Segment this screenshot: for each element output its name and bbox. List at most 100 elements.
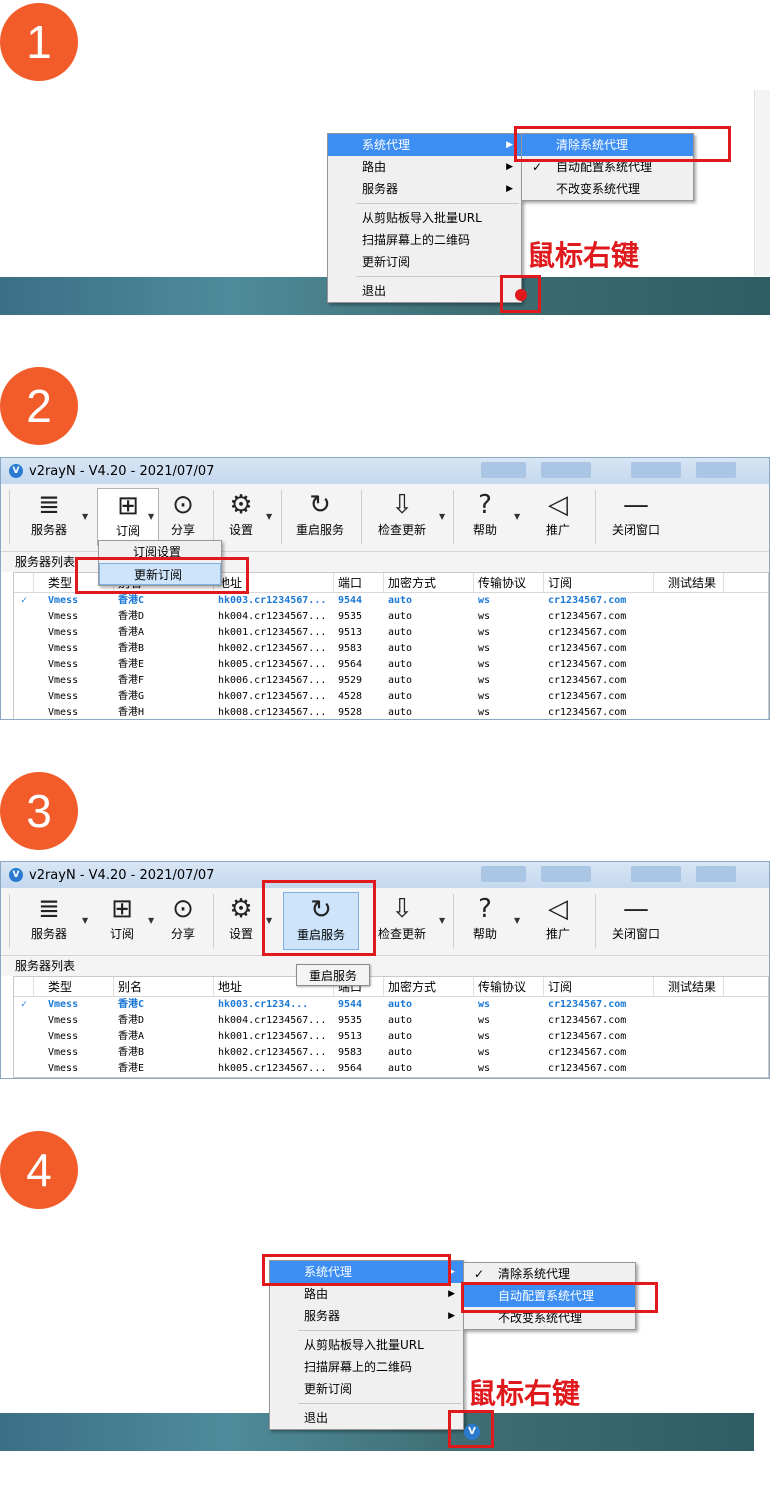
table-cell: cr1234567.com [548, 1063, 627, 1074]
close-window-button[interactable]: — 关闭窗口 [607, 488, 665, 546]
help-button[interactable]: ? 帮助 [463, 488, 507, 546]
promotion-button[interactable]: ◁ 推广 [536, 892, 580, 950]
database-icon: ≣ [38, 894, 60, 924]
chevron-down-icon[interactable]: ▼ [82, 512, 88, 521]
step-4-badge: 4 [0, 1131, 78, 1209]
column-header[interactable]: 订阅 [544, 977, 654, 996]
step-2-badge: 2 [0, 367, 78, 445]
table-row[interactable]: ✓ Vmess 香港C hk003.cr1234... 9544 auto ws cr1234… [14, 997, 768, 1013]
promotion-button[interactable]: ◁ 推广 [536, 488, 580, 546]
menu-item-routing[interactable]: 路由 ▶ [328, 156, 521, 178]
table-row[interactable]: Vmess 香港E hk005.cr1234567... 9564 auto ws cr12… [14, 657, 768, 673]
chevron-down-icon[interactable]: ▼ [82, 916, 88, 925]
share-button[interactable]: ⊙ 分享 [161, 488, 205, 546]
servers-button[interactable]: ≣ 服务器 [19, 892, 79, 950]
toolbar-separator [281, 490, 282, 544]
table-row[interactable]: Vmess 香港A hk001.cr1234567... 9513 auto ws cr12… [14, 625, 768, 641]
share-button[interactable]: ⊙ 分享 [161, 892, 205, 950]
column-header[interactable]: 端口 [334, 573, 384, 592]
table-cell: ws [478, 1063, 491, 1074]
close-window-button[interactable]: — 关闭窗口 [607, 892, 665, 950]
menu-item-exit[interactable]: 退出 [270, 1407, 463, 1429]
chevron-down-icon[interactable]: ▼ [148, 512, 154, 521]
table-cell: hk008.cr1234567... [218, 707, 327, 718]
chevron-down-icon[interactable]: ▼ [148, 916, 154, 925]
toolbar-separator [9, 894, 10, 948]
column-header[interactable]: 传输协议 [474, 977, 544, 996]
menu-item-keep-proxy[interactable]: 不改变系统代理 [522, 178, 693, 200]
table-cell [14, 1029, 34, 1045]
table-row[interactable]: Vmess 香港E hk005.cr1234567... 9564 auto ws cr12… [14, 1061, 768, 1077]
menu-item-import-clipboard[interactable]: 从剪贴板导入批量URL [270, 1334, 463, 1356]
table-row[interactable]: Vmess 香港G hk007.cr1234567... 4528 auto ws cr12… [14, 689, 768, 705]
toolbar-separator [213, 894, 214, 948]
titlebar-blur [696, 462, 736, 478]
table-cell: hk007.cr1234567... [218, 691, 327, 702]
menu-item-servers[interactable]: 服务器 ▶ [328, 178, 521, 200]
check-update-button[interactable]: ⇩ 检查更新 [371, 892, 433, 950]
check-update-button[interactable]: ⇩ 检查更新 [371, 488, 433, 546]
scrollbar[interactable] [754, 90, 770, 276]
chevron-down-icon[interactable]: ▼ [439, 916, 445, 925]
menu-item-exit[interactable]: 退出 [328, 280, 521, 302]
servers-button[interactable]: ≣ 服务器 [19, 488, 79, 546]
table-cell: auto [388, 627, 413, 638]
app-icon: V [9, 464, 23, 478]
menu-item-routing[interactable]: 路由 ▶ [270, 1283, 463, 1305]
subscription-button[interactable]: ⊞ 订阅 [97, 892, 147, 950]
menu-item-scan-qr[interactable]: 扫描屏幕上的二维码 [328, 229, 521, 251]
table-cell [14, 705, 34, 719]
table-row[interactable]: Vmess 香港A hk001.cr1234567... 9513 auto ws cr12… [14, 1029, 768, 1045]
table-cell: Vmess [48, 659, 79, 670]
table-cell [654, 625, 724, 641]
column-header-check[interactable] [14, 977, 34, 996]
column-header-check[interactable] [14, 573, 34, 592]
column-header[interactable]: 别名 [114, 977, 214, 996]
table-cell: hk002.cr1234567... [218, 1047, 327, 1058]
settings-button[interactable]: ⚙ 设置 [219, 892, 263, 950]
table-row[interactable]: Vmess 香港H hk008.cr1234567... 9528 auto ws cr12… [14, 705, 768, 719]
menu-item-servers[interactable]: 服务器 ▶ [270, 1305, 463, 1327]
chevron-down-icon[interactable]: ▼ [266, 512, 272, 521]
table-row[interactable]: Vmess 香港B hk002.cr1234567... 9583 auto ws cr12… [14, 641, 768, 657]
title-bar: V v2rayN - V4.20 - 2021/07/07 [1, 862, 769, 888]
table-cell [14, 689, 34, 705]
table-cell [654, 593, 724, 609]
restart-service-button[interactable]: ↻ 重启服务 [289, 488, 351, 546]
column-header[interactable]: 类型 [34, 977, 114, 996]
table-cell: auto [388, 675, 413, 686]
table-cell: Vmess [48, 675, 79, 686]
table-cell: 香港C [118, 595, 145, 606]
table-row[interactable]: ✓ Vmess 香港C hk003.cr1234567... 9544 auto ws cr1… [14, 593, 768, 609]
column-header[interactable]: 测试结果 [654, 977, 724, 996]
column-header[interactable]: 加密方式 [384, 573, 474, 592]
gear-icon: ⚙ [229, 894, 253, 924]
table-cell: ws [478, 691, 491, 702]
table-body: ✓ Vmess 香港C hk003.cr1234567... 9544 auto ws cr1… [14, 593, 768, 719]
column-header[interactable]: 订阅 [544, 573, 654, 592]
menu-item-import-clipboard[interactable]: 从剪贴板导入批量URL [328, 207, 521, 229]
menu-item-update-subscription[interactable]: 更新订阅 [270, 1378, 463, 1400]
menu-item-system-proxy[interactable]: 系统代理 ▶ [328, 134, 521, 156]
chevron-down-icon[interactable]: ▼ [439, 512, 445, 521]
table-row[interactable]: Vmess 香港D hk004.cr1234567... 9535 auto ws cr12… [14, 609, 768, 625]
menu-item-scan-qr[interactable]: 扫描屏幕上的二维码 [270, 1356, 463, 1378]
table-cell: 香港F [118, 675, 145, 686]
table-cell: 9513 [338, 1031, 363, 1042]
chevron-down-icon[interactable]: ▼ [514, 512, 520, 521]
settings-button[interactable]: ⚙ 设置 [219, 488, 263, 546]
table-cell: Vmess [48, 627, 79, 638]
table-row[interactable]: Vmess 香港B hk002.cr1234567... 9583 auto ws cr12… [14, 1045, 768, 1061]
menu-item-update-subscription[interactable]: 更新订阅 [328, 251, 521, 273]
table-cell: auto [388, 659, 413, 670]
table-cell: ws [478, 1047, 491, 1058]
table-row[interactable]: Vmess 香港F hk006.cr1234567... 9529 auto ws cr12… [14, 673, 768, 689]
help-button[interactable]: ? 帮助 [463, 892, 507, 950]
column-header[interactable]: 测试结果 [654, 573, 724, 592]
table-row[interactable]: Vmess 香港D hk004.cr1234567... 9535 auto ws cr12… [14, 1013, 768, 1029]
column-header[interactable]: 加密方式 [384, 977, 474, 996]
column-header[interactable]: 传输协议 [474, 573, 544, 592]
chevron-down-icon[interactable]: ▼ [514, 916, 520, 925]
table-cell: hk003.cr1234... [218, 999, 309, 1010]
highlight-box [262, 880, 376, 956]
